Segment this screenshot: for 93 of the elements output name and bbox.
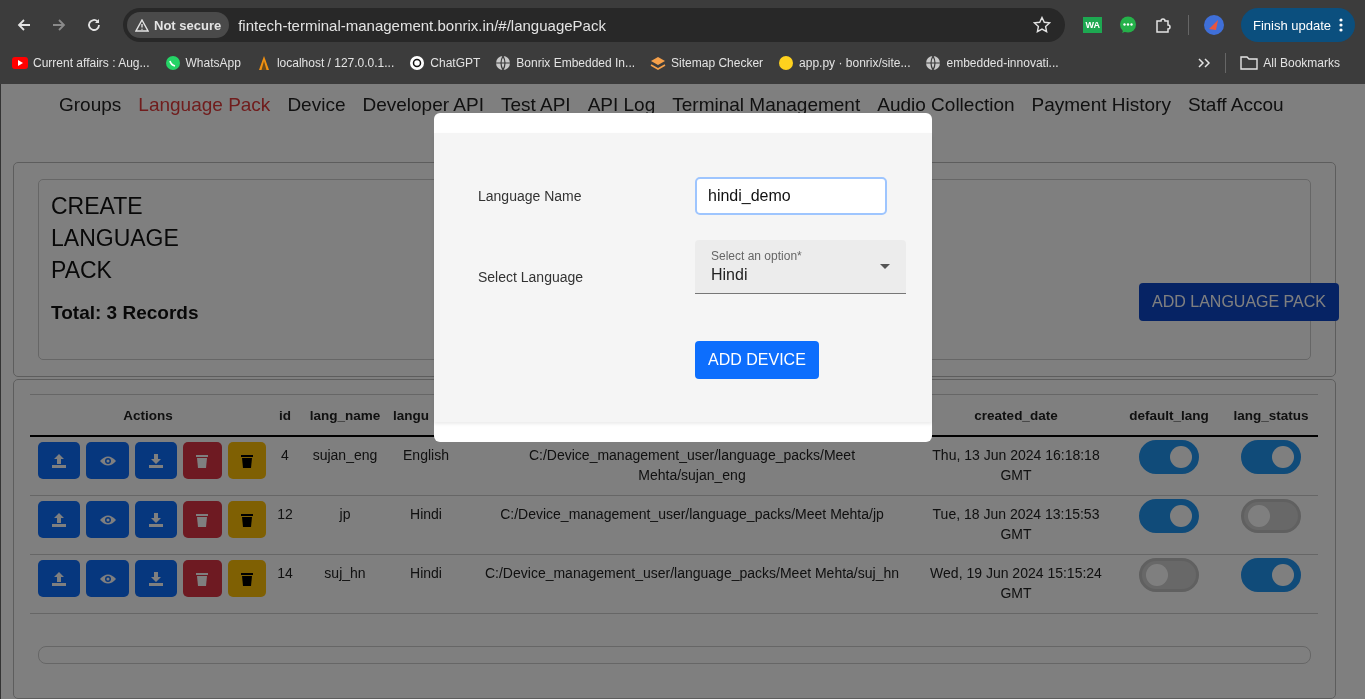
caret-icon: [880, 264, 890, 269]
chat-bubble-icon: [164, 55, 181, 71]
table-cell: Hindi: [410, 565, 442, 581]
back-icon[interactable]: [16, 17, 32, 33]
delete-button[interactable]: [183, 501, 222, 538]
nav-link[interactable]: Staff Accou: [1187, 94, 1284, 132]
add-device-button[interactable]: ADD DEVICE: [695, 341, 819, 379]
bookmark[interactable]: localhost / 127.0.0.1...: [255, 55, 395, 71]
column-header: Actions: [123, 407, 173, 423]
view-button[interactable]: [86, 442, 129, 479]
download-icon: [146, 451, 165, 470]
view-button[interactable]: [86, 501, 129, 538]
download-icon: [146, 569, 165, 588]
table-cell: Tue, 18 Jun 2024 13:15:53 GMT: [932, 506, 1100, 542]
download-button[interactable]: [134, 560, 178, 597]
toggle-switch[interactable]: [1241, 499, 1301, 533]
security-chip[interactable]: Not secure: [127, 12, 230, 38]
update-button[interactable]: Finish update: [1240, 8, 1355, 42]
column-header: lang_status: [1233, 407, 1309, 423]
upload-icon: [50, 510, 69, 529]
table-cell: Thu, 13 Jun 2024 16:18:18 GMT: [932, 447, 1100, 483]
column-header: langu: [393, 407, 429, 423]
toggle-switch[interactable]: [1139, 558, 1199, 592]
column-header: created_date: [974, 407, 1058, 423]
knot-icon: [409, 55, 426, 71]
warning-icon: [135, 18, 149, 32]
delete-button[interactable]: [227, 501, 266, 538]
input-field[interactable]: hindi_demo: [695, 177, 887, 215]
star-icon[interactable]: [1033, 16, 1052, 34]
upload-button[interactable]: [38, 442, 81, 479]
add-language-pack-button[interactable]: ADD LANGUAGE PACK: [1139, 283, 1339, 321]
folder-icon: [1240, 56, 1259, 70]
forward-icon[interactable]: [51, 17, 67, 33]
bookmark[interactable]: Sitemap Checker: [650, 55, 764, 71]
toggle-switch[interactable]: [1139, 440, 1199, 474]
nav-link[interactable]: Groups: [59, 94, 122, 132]
column-header: id: [279, 407, 291, 423]
globe-icon: [925, 55, 942, 71]
chat-bubble-icon[interactable]: [1117, 15, 1138, 35]
bookmark[interactable]: Current affairs : Aug...: [12, 55, 150, 71]
upload-button[interactable]: [38, 501, 81, 538]
puzzle-icon[interactable]: [1153, 16, 1172, 34]
bookmark[interactable]: embedded-innovati...: [925, 55, 1059, 71]
address-bar[interactable]: Not secure fintech-terminal-management.bonrix.in/#/languagePack: [123, 8, 1066, 42]
more-icon: [1339, 18, 1343, 32]
toggle-switch[interactable]: [1139, 499, 1199, 533]
upload-button[interactable]: [38, 560, 81, 597]
table-cell: 14: [277, 565, 293, 581]
bookmark[interactable]: ChatGPT: [409, 55, 481, 71]
record-count: Total: 3 Records: [51, 302, 200, 324]
field-label: Language Name: [478, 188, 583, 204]
upload-icon: [50, 451, 69, 470]
bookmark[interactable]: app.py · bonrix/site...: [778, 55, 911, 71]
bookmark[interactable]: Bonrix Embedded In...: [495, 55, 636, 71]
column-header: default_lang: [1129, 407, 1209, 423]
download-button[interactable]: [134, 442, 178, 479]
toggle-switch[interactable]: [1241, 440, 1301, 474]
table-cell: sujan_eng: [312, 447, 378, 463]
table-cell: C:/Device_management_user/language_packs/Meet Mehta/sujan_eng: [528, 447, 856, 483]
delete-button[interactable]: [227, 442, 266, 479]
table-cell: Hindi: [410, 506, 442, 522]
delete-button[interactable]: [183, 560, 222, 597]
nav-link[interactable]: Payment History: [1031, 94, 1171, 132]
table-cell: 12: [277, 506, 293, 522]
reload-icon[interactable]: [86, 17, 102, 33]
table-cell: Wed, 19 Jun 2024 15:15:24 GMT: [930, 565, 1102, 601]
chevrons-icon[interactable]: [1197, 57, 1212, 69]
table-cell: jp: [339, 506, 351, 522]
table-cell: C:/Device_management_user/language_packs/Meet Mehta/jp: [500, 506, 884, 522]
table-cell: 4: [281, 447, 289, 463]
section-title: CREATE LANGUAGE PACK: [51, 192, 180, 285]
download-button[interactable]: [134, 501, 178, 538]
url-text: fintech-terminal-management.bonrix.in/#/languagePack: [238, 16, 607, 34]
bookmark[interactable]: WhatsApp: [164, 55, 241, 71]
all-bookmarks[interactable]: All Bookmarks: [1240, 56, 1340, 70]
video-icon: [12, 55, 28, 71]
toggle-switch[interactable]: [1241, 558, 1301, 592]
upload-icon: [50, 569, 69, 588]
layers-icon: [650, 55, 667, 71]
nav-link[interactable]: Device: [287, 94, 346, 132]
globe-icon: [495, 55, 512, 71]
delete-button[interactable]: [183, 442, 222, 479]
column-header: lang_name: [309, 407, 381, 423]
emoji-icon: [778, 55, 795, 71]
avatar-icon[interactable]: [1202, 14, 1225, 36]
download-icon: [146, 510, 165, 529]
delete-button[interactable]: [227, 560, 266, 597]
table-cell: C:/Device_management_user/language_packs/Meet Mehta/suj_hn: [485, 565, 899, 581]
field-label: Select Language: [478, 268, 585, 285]
table-cell: suj_hn: [324, 565, 366, 581]
view-button[interactable]: [86, 560, 129, 597]
table-cell: English: [403, 447, 449, 463]
select-field[interactable]: Select an option* Hindi: [695, 240, 906, 294]
